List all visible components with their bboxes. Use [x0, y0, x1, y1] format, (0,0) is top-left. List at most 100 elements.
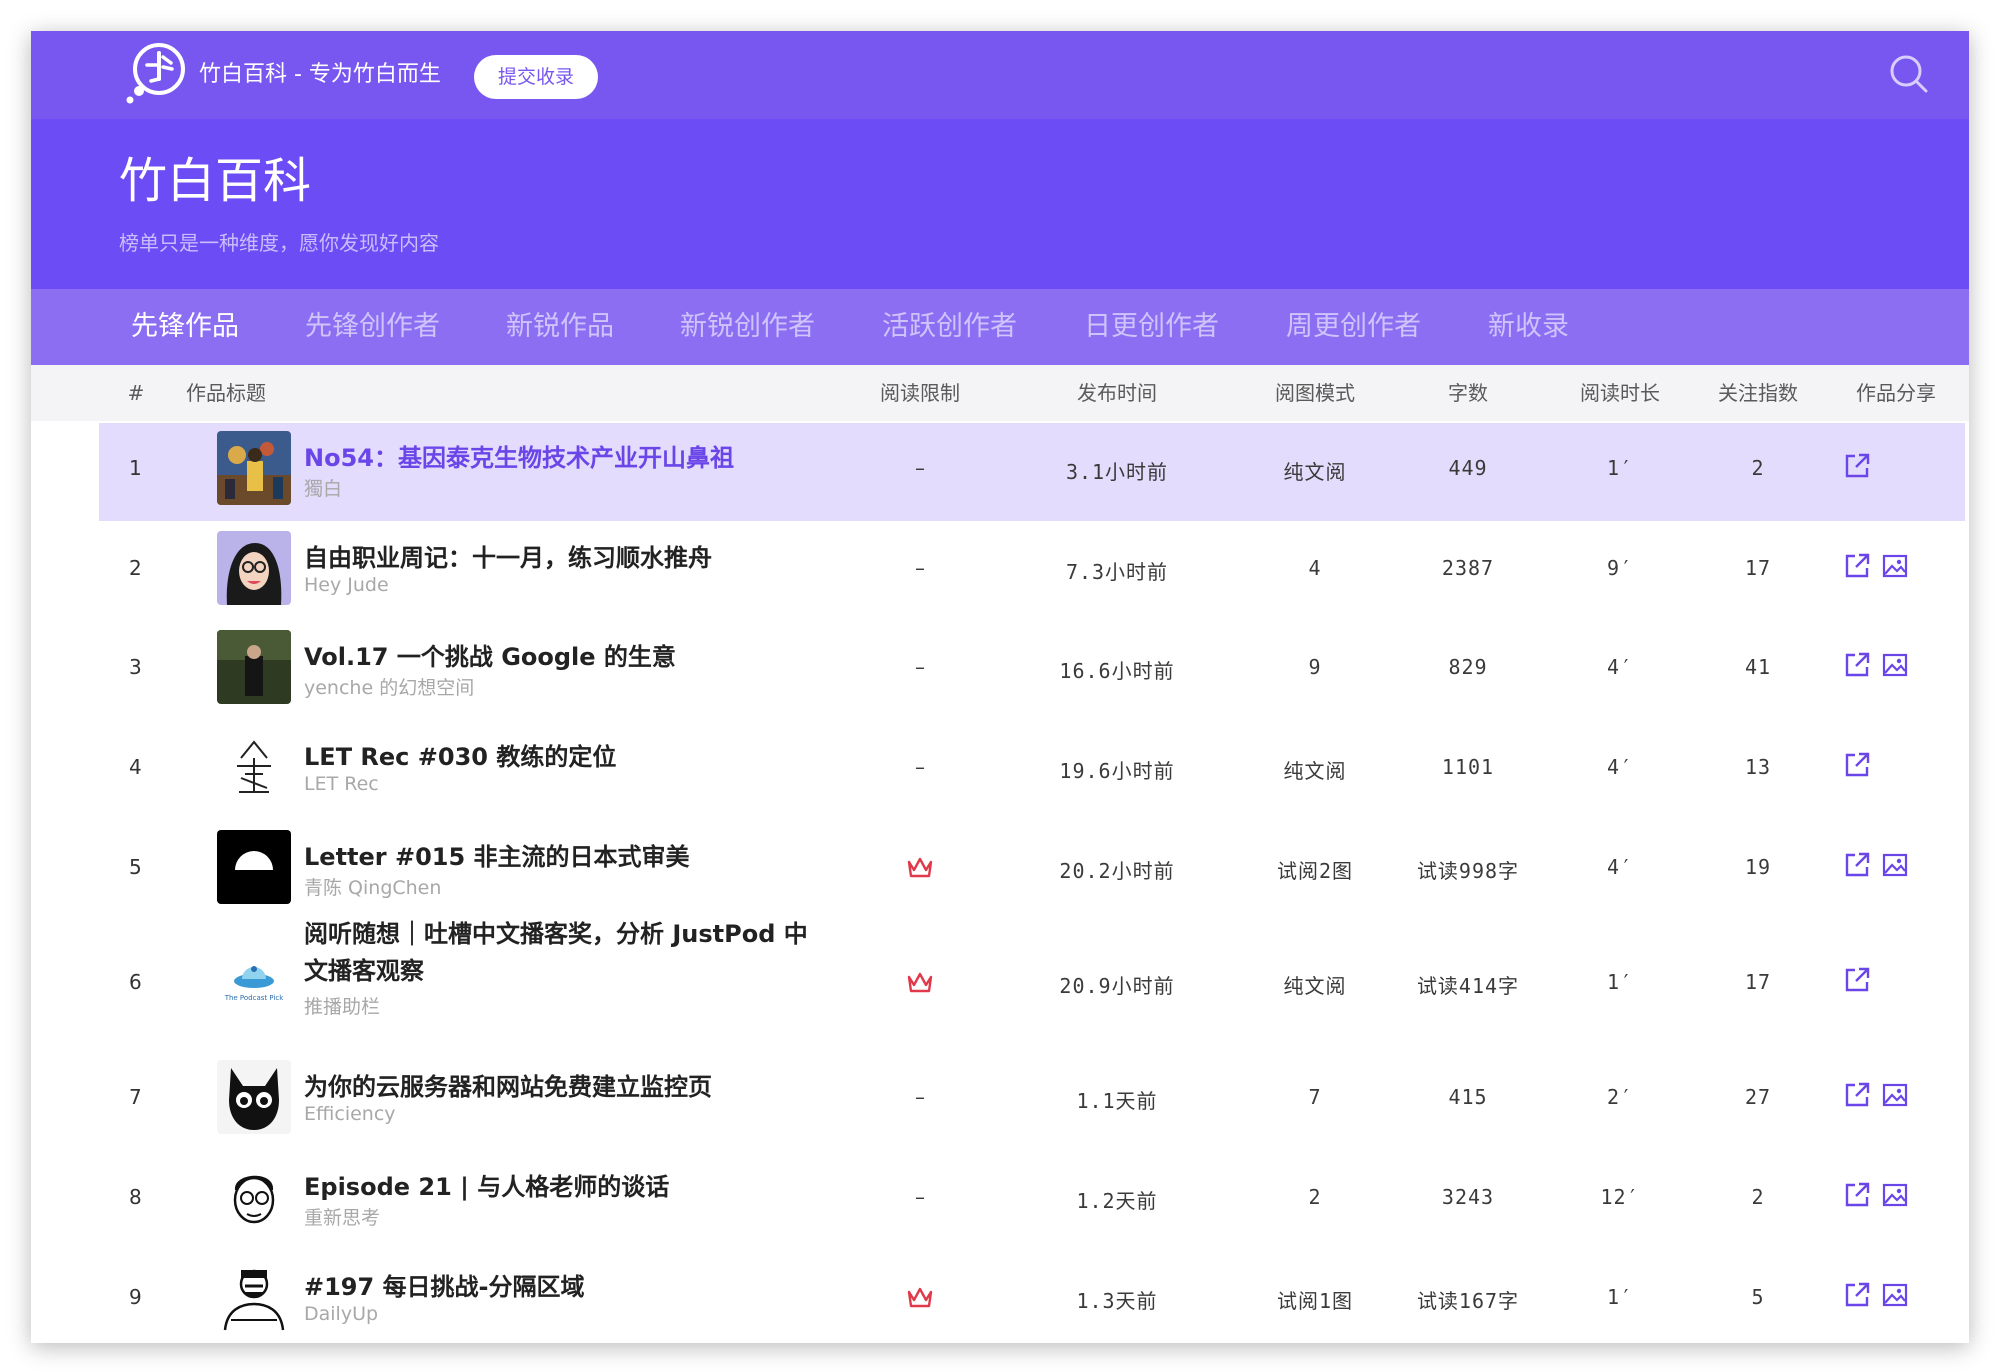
image-mode: 9 [1308, 655, 1322, 679]
follow-index: 13 [1744, 755, 1772, 779]
author-name[interactable]: yenche 的幻想空间 [304, 673, 474, 700]
publish-time: 20.2小时前 [1059, 859, 1175, 883]
tab-daily-creators[interactable]: 日更创作者 [1084, 289, 1219, 365]
work-title[interactable]: 阅听随想｜吐槽中文播客奖，分析 JustPod 中文播客观察 [304, 916, 824, 990]
read-duration: 4′ [1606, 755, 1634, 779]
author-name[interactable]: DailyUp [304, 1303, 378, 1325]
tab-active-creators[interactable]: 活跃创作者 [882, 289, 1017, 365]
header-share: 作品分享 [1856, 381, 1936, 405]
external-link-icon[interactable] [1843, 966, 1871, 994]
author-name[interactable]: 青陈 QingChen [304, 873, 441, 900]
work-title[interactable]: 为你的云服务器和网站免费建立监控页 [304, 1067, 712, 1102]
avatar[interactable] [217, 730, 291, 804]
publish-time: 1.3天前 [1076, 1289, 1158, 1313]
brand-name[interactable]: 竹白百科 - 专为竹白而生 [199, 55, 441, 95]
external-link-icon[interactable] [1843, 651, 1871, 679]
table-row[interactable]: 4 LET Rec #030 教练的定位 LET Rec – 19.6小时前 纯文阅 110… [99, 721, 1965, 821]
category-tabs: 先锋作品 先锋创作者 新锐作品 新锐创作者 活跃创作者 日更创作者 周更创作者 … [31, 289, 1969, 365]
image-mode: 纯文阅 [1283, 759, 1347, 783]
image-share-icon[interactable] [1881, 851, 1909, 879]
author-name[interactable]: 獨白 [304, 474, 342, 501]
read-limit: – [915, 755, 925, 779]
word-count: 2387 [1441, 556, 1495, 580]
author-name[interactable]: Hey Jude [304, 574, 389, 596]
external-link-icon[interactable] [1843, 851, 1871, 879]
avatar[interactable]: The Podcast Pick [217, 945, 291, 1019]
read-duration: 2′ [1606, 1085, 1634, 1109]
tab-new-entries[interactable]: 新收录 [1488, 289, 1569, 365]
header-follow-index: 关注指数 [1718, 381, 1798, 405]
external-link-icon[interactable] [1843, 751, 1871, 779]
table-row[interactable]: 6 The Podcast Pick 阅听随想｜吐槽中文播客奖，分析 JustPod… [99, 920, 1965, 1051]
read-duration: 1′ [1606, 456, 1634, 480]
publish-time: 1.1天前 [1076, 1089, 1158, 1113]
avatar[interactable] [217, 1260, 291, 1334]
work-title[interactable]: No54：基因泰克生物技术产业开山鼻祖 [304, 438, 734, 473]
read-duration: 4′ [1606, 855, 1634, 879]
external-link-icon[interactable] [1843, 1181, 1871, 1209]
word-count: 415 [1448, 1085, 1488, 1109]
word-count: 1101 [1441, 755, 1495, 779]
table-row[interactable]: 2 自由职业周记：十一月，练习顺水推舟 Hey Jude – 7.3小时前 4 2387 9′… [99, 521, 1965, 621]
publish-time: 7.3小时前 [1065, 560, 1169, 584]
image-share-icon[interactable] [1881, 1081, 1909, 1109]
read-limit: – [915, 655, 925, 679]
rank-number: 8 [129, 1185, 142, 1209]
external-link-icon[interactable] [1843, 1281, 1871, 1309]
publish-time: 3.1小时前 [1065, 460, 1169, 484]
follow-index: 2 [1751, 456, 1765, 480]
table-row[interactable]: 7 为你的云服务器和网站免费建立监控页 Efficiency – 1.1天前 7 415 2′… [99, 1051, 1965, 1151]
rank-number: 5 [129, 855, 142, 879]
read-duration: 9′ [1606, 556, 1634, 580]
rank-number: 6 [129, 970, 142, 994]
publish-time: 16.6小时前 [1059, 659, 1175, 683]
external-link-icon[interactable] [1843, 452, 1871, 480]
image-share-icon[interactable] [1881, 651, 1909, 679]
avatar[interactable] [217, 531, 291, 605]
image-mode: 试阅2图 [1276, 859, 1354, 883]
image-share-icon[interactable] [1881, 1281, 1909, 1309]
author-name[interactable]: LET Rec [304, 773, 379, 795]
work-title[interactable]: Letter #015 非主流的日本式审美 [304, 837, 690, 872]
avatar[interactable] [217, 1160, 291, 1234]
word-count: 3243 [1441, 1185, 1495, 1209]
work-title[interactable]: 自由职业周记：十一月，练习顺水推舟 [304, 538, 712, 573]
rank-number: 1 [129, 456, 142, 480]
tab-new-creators[interactable]: 新锐创作者 [680, 289, 815, 365]
author-name[interactable]: 重新思考 [304, 1203, 380, 1230]
work-title[interactable]: Vol.17 一个挑战 Google 的生意 [304, 637, 676, 672]
image-mode: 试阅1图 [1276, 1289, 1354, 1313]
external-link-icon[interactable] [1843, 1081, 1871, 1109]
table-row[interactable]: 5 Letter #015 非主流的日本式审美 青陈 QingChen 20.2小时前… [99, 821, 1965, 921]
read-limit: – [915, 456, 925, 480]
external-link-icon[interactable] [1843, 552, 1871, 580]
work-title[interactable]: Episode 21 | 与人格老师的谈话 [304, 1167, 669, 1202]
table-row[interactable]: 9 #197 每日挑战-分隔区域 DailyUp 1.3天前 试阅1图 试读167字 1′ 5 [99, 1251, 1965, 1343]
avatar[interactable] [217, 830, 291, 904]
bamboo-logo-icon[interactable] [117, 33, 193, 109]
image-share-icon[interactable] [1881, 1181, 1909, 1209]
top-bar: 竹白百科 - 专为竹白而生 提交收录 [31, 31, 1969, 119]
table-row[interactable]: 8 Episode 21 | 与人格老师的谈话 重新思考 – 1.2天前 2 3243 12′… [99, 1151, 1965, 1251]
avatar[interactable] [217, 1060, 291, 1134]
tab-pioneer-works[interactable]: 先锋作品 [131, 289, 239, 365]
author-name[interactable]: Efficiency [304, 1103, 396, 1125]
avatar[interactable] [217, 431, 291, 505]
rank-number: 7 [129, 1085, 142, 1109]
search-icon[interactable] [1887, 52, 1931, 96]
work-title[interactable]: LET Rec #030 教练的定位 [304, 737, 616, 772]
table-row[interactable]: 1 No54：基因泰克生物技术产业开山鼻祖 獨白 – 3.1小时前 纯文阅 449 1′ 2 [99, 423, 1965, 521]
tab-weekly-creators[interactable]: 周更创作者 [1286, 289, 1421, 365]
header-read-limit: 阅读限制 [880, 381, 960, 405]
tab-new-works[interactable]: 新锐作品 [506, 289, 614, 365]
work-title[interactable]: #197 每日挑战-分隔区域 [304, 1267, 585, 1302]
rank-number: 4 [129, 755, 142, 779]
hero-banner: 竹白百科 榜单只是一种维度，愿你发现好内容 [31, 119, 1969, 289]
rank-number: 9 [129, 1285, 142, 1309]
submit-button[interactable]: 提交收录 [474, 55, 598, 99]
author-name[interactable]: 推播助栏 [304, 992, 380, 1019]
image-share-icon[interactable] [1881, 552, 1909, 580]
table-row[interactable]: 3 Vol.17 一个挑战 Google 的生意 yenche 的幻想空间 – 16.6… [99, 621, 1965, 721]
tab-pioneer-creators[interactable]: 先锋创作者 [305, 289, 440, 365]
avatar[interactable] [217, 630, 291, 704]
